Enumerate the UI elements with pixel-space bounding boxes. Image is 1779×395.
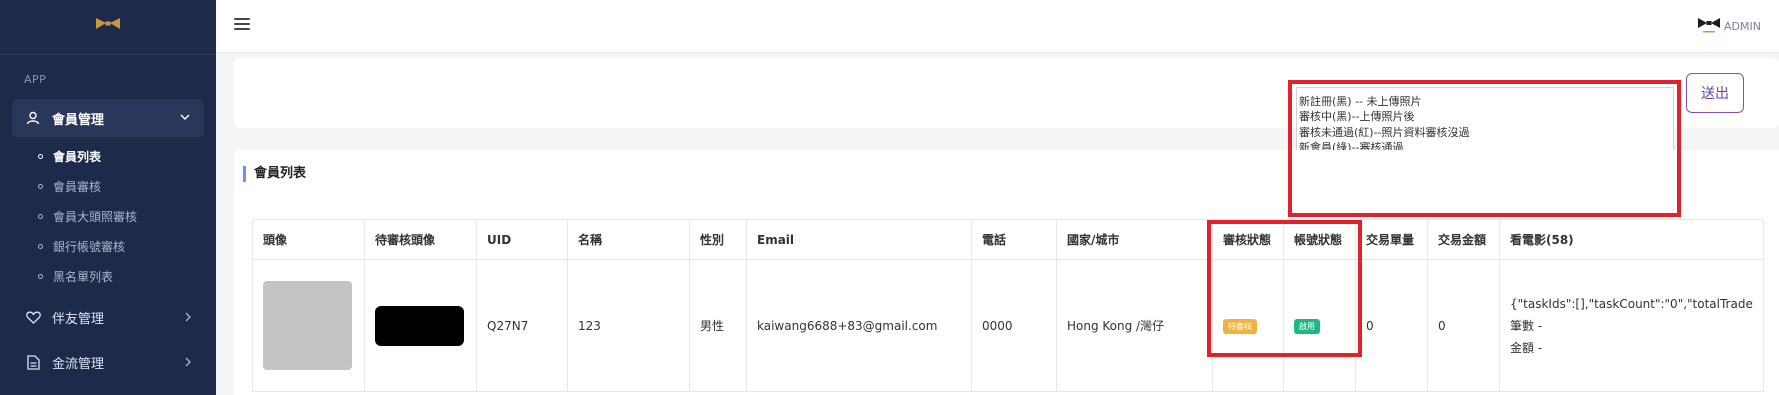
col-header-movie: 看電影(58) <box>1499 219 1764 260</box>
status-badge[interactable]: 啟用 <box>1294 318 1320 334</box>
logo-area <box>0 0 216 55</box>
sidebar-item-label: 會員管理 <box>52 112 105 128</box>
col-header-review-status: 審核狀態 <box>1212 219 1284 260</box>
chevron-down-icon <box>178 110 192 124</box>
movie-count-text: 筆數 - <box>1510 318 1543 333</box>
section-label-app: APP <box>24 73 47 86</box>
sidebar-item-label: 伴友管理 <box>52 312 105 327</box>
pending-avatar-image[interactable] <box>375 305 464 346</box>
status-legend-item[interactable]: 新註冊(黑) -- 未上傳照片 <box>1299 94 1673 109</box>
admin-username[interactable]: ADMIN <box>1724 20 1761 33</box>
col-header-uid: UID <box>476 219 568 260</box>
sidebar-item-label: 銀行帳號審核 <box>53 239 126 254</box>
sidebar-item-label: 會員審核 <box>53 179 102 194</box>
col-header-avatar: 頭像 <box>252 219 365 260</box>
sidebar-item-member-review[interactable]: 會員審核 <box>38 171 204 201</box>
member-table: 頭像 待審核頭像 UID 名稱 性別 Email 電話 國家/城市 審核狀態 帳… <box>252 219 1764 392</box>
sidebar-item-label: 會員列表 <box>53 149 102 164</box>
sidebar-item-label: 黑名單列表 <box>53 269 114 284</box>
bullet-icon <box>38 273 43 279</box>
sidebar-item-finance[interactable]: 金流管理 <box>0 340 216 385</box>
col-header-phone: 電話 <box>971 219 1057 260</box>
bullet-icon <box>38 213 43 219</box>
cell-gender: 男性 <box>689 259 747 392</box>
status-badge[interactable]: 待審核 <box>1223 318 1257 334</box>
col-header-account-status: 帳號狀態 <box>1283 219 1356 260</box>
chevron-right-icon <box>182 311 194 323</box>
cell-movie: {"taskIds":[],"taskCount":"0","totalTrad… <box>1499 259 1764 392</box>
sidebar-item-blacklist[interactable]: 黑名單列表 <box>38 261 204 291</box>
col-header-email: Email <box>746 219 972 260</box>
table-row[interactable]: Q27N7 123 男性 kaiwang6688+83@gmail.com 00… <box>252 259 1764 392</box>
cell-account-status: 啟用 <box>1283 259 1356 392</box>
user-icon <box>24 109 42 127</box>
col-header-pending-avatar: 待審核頭像 <box>364 219 477 260</box>
section-title: 會員列表 <box>243 166 306 182</box>
brand-logo[interactable] <box>95 17 121 37</box>
col-header-order-amount: 交易金額 <box>1427 219 1500 260</box>
sidebar-item-label: 會員大頭照審核 <box>53 209 138 224</box>
col-header-gender: 性別 <box>689 219 747 260</box>
topbar: ADMIN <box>216 0 1779 53</box>
sidebar: APP 會員管理 會員列表 會員審核 會員大頭照審核 銀行帳號審核 黑名單列表 … <box>0 0 216 395</box>
bowtie-icon <box>1698 18 1720 33</box>
avatar[interactable] <box>263 281 352 370</box>
status-legend-item[interactable]: 審核未通過(紅)--照片資料審核沒過 <box>1299 125 1673 140</box>
bullet-icon <box>38 183 43 189</box>
sidebar-item-label: 金流管理 <box>52 357 105 372</box>
cell-email: kaiwang6688+83@gmail.com <box>746 259 972 392</box>
bowtie-icon <box>96 18 120 29</box>
table-header-row: 頭像 待審核頭像 UID 名稱 性別 Email 電話 國家/城市 審核狀態 帳… <box>252 219 1764 260</box>
cell-pending-avatar <box>364 259 477 392</box>
member-submenu: 會員列表 會員審核 會員大頭照審核 銀行帳號審核 黑名單列表 <box>12 137 204 295</box>
cell-avatar <box>252 259 365 392</box>
col-header-country: 國家/城市 <box>1056 219 1213 260</box>
cell-name: 123 <box>567 259 690 392</box>
bullet-icon <box>38 153 43 159</box>
cell-order-count: 0 <box>1355 259 1428 392</box>
document-icon <box>24 354 42 372</box>
bullet-icon <box>38 243 43 249</box>
menu-group-members: 會員管理 會員列表 會員審核 會員大頭照審核 銀行帳號審核 黑名單列表 <box>12 99 204 295</box>
sidebar-item-avatar-review[interactable]: 會員大頭照審核 <box>38 201 204 231</box>
cell-review-status: 待審核 <box>1212 259 1284 392</box>
sidebar-item-members[interactable]: 會員管理 <box>12 99 204 137</box>
submit-button[interactable]: 送出 <box>1686 73 1744 113</box>
col-header-name: 名稱 <box>567 219 690 260</box>
admin-avatar[interactable] <box>1697 14 1721 38</box>
movie-json-text: {"taskIds":[],"taskCount":"0","totalTrad… <box>1510 296 1753 311</box>
cell-order-amount: 0 <box>1427 259 1500 392</box>
sidebar-item-member-list[interactable]: 會員列表 <box>38 141 204 171</box>
movie-amount-text: 金額 - <box>1510 340 1543 355</box>
sidebar-item-bank-review[interactable]: 銀行帳號審核 <box>38 231 204 261</box>
col-header-order-count: 交易單量 <box>1355 219 1428 260</box>
chevron-right-icon <box>182 356 194 368</box>
menu-toggle-icon[interactable] <box>234 18 250 32</box>
cell-phone: 0000 <box>971 259 1057 392</box>
heart-icon <box>24 309 42 327</box>
status-legend-item[interactable]: 審核中(黑)--上傳照片後 <box>1299 109 1673 124</box>
cell-country: Hong Kong /灣仔 <box>1056 259 1213 392</box>
sidebar-item-companion[interactable]: 伴友管理 <box>0 295 216 340</box>
cell-uid: Q27N7 <box>476 259 568 392</box>
